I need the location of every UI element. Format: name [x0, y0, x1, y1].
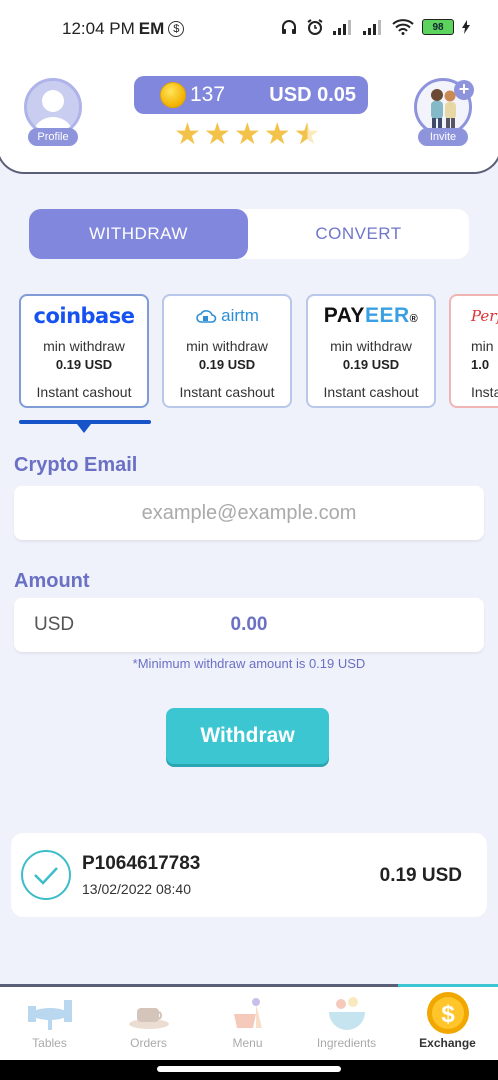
signal-icon [333, 20, 351, 35]
star-icon: ★ [263, 118, 291, 151]
provider-min-value: 0.19 USD [342, 357, 400, 372]
provider-min-value: 0.19 USD [198, 357, 256, 372]
provider-speed: Instant cashout [179, 384, 275, 400]
email-field-box [14, 486, 484, 540]
balance-pill: 137 USD 0.05 [134, 76, 368, 114]
airtm-wordmark: airtm [221, 306, 259, 325]
tab-withdraw[interactable]: WITHDRAW [29, 209, 248, 259]
bottom-nav: Tables Orders Menu Ingredients $ Exchang… [0, 984, 498, 1060]
star-icon: ★ [174, 118, 201, 151]
ingredients-icon [328, 997, 365, 1030]
transaction-row[interactable]: P1064617783 13/02/2022 08:40 0.19 USD [11, 833, 487, 917]
menu-icon [233, 998, 262, 1028]
provider-perfect-money[interactable]: Perfe min 1.0 Instar [449, 294, 498, 408]
transaction-amount: 0.19 USD [379, 865, 462, 886]
payeer-wordmark-b: EER [364, 304, 410, 327]
provider-min-value: 0.19 USD [55, 357, 113, 372]
nav-item-ingredients[interactable]: Ingredients [297, 990, 396, 1056]
coin-count: 137 [190, 83, 226, 106]
dollar-status-icon: $ [168, 21, 185, 37]
amount-field[interactable]: USD 0.00 [14, 598, 484, 652]
provider-min-label: min [471, 338, 494, 354]
email-field[interactable] [14, 486, 484, 540]
transaction-id: P1064617783 [82, 853, 201, 874]
nav-divider [0, 984, 398, 987]
nav-label: Exchange [419, 1036, 476, 1050]
provider-min-value: 1.0 [471, 357, 490, 372]
battery-icon: 98 [422, 19, 454, 35]
airtm-logo: airtm [164, 296, 290, 336]
provider-min-label: min withdraw [330, 338, 412, 354]
min-withdraw-note: *Minimum withdraw amount is 0.19 USD [132, 656, 366, 671]
provider-min-label: min withdraw [186, 338, 268, 354]
rating-stars: ★ ★ ★ ★ ★ [174, 120, 321, 150]
tab-convert[interactable]: CONVERT [248, 209, 469, 259]
nav-label: Tables [32, 1036, 67, 1050]
status-clock: 12:04 PM [62, 19, 135, 38]
provider-airtm[interactable]: airtm min withdraw 0.19 USD Instant cash… [162, 294, 292, 408]
coinbase-wordmark: coinbase [33, 304, 135, 328]
nav-item-exchange[interactable]: $ Exchange [398, 990, 497, 1056]
provider-speed: Instant cashout [36, 384, 132, 400]
amount-label: Amount [14, 570, 90, 592]
withdraw-button[interactable]: Withdraw [166, 708, 329, 764]
header-card: Profile 137 USD 0.05 ★ ★ ★ ★ ★ + Invite [0, 40, 498, 174]
provider-min-label: min withdraw [43, 338, 125, 354]
profile-label[interactable]: Profile [28, 128, 78, 146]
provider-speed: Instant cashout [323, 384, 419, 400]
home-gesture-bar[interactable] [157, 1066, 341, 1072]
email-label: Crypto Email [14, 454, 138, 476]
provider-coinbase[interactable]: coinbase min withdraw 0.19 USD Instant c… [19, 294, 149, 408]
star-icon: ★ [203, 118, 231, 151]
check-circle-icon [21, 850, 71, 900]
half-star-icon: ★ [293, 118, 321, 151]
provider-speed: Instar [471, 384, 498, 400]
transaction-date: 13/02/2022 08:40 [82, 881, 191, 897]
charging-icon [462, 20, 470, 34]
invite-label[interactable]: Invite [418, 128, 468, 146]
coin-icon [160, 82, 186, 108]
payeer-wordmark-a: PAY [323, 304, 365, 327]
star-icon: ★ [233, 118, 261, 151]
tables-icon [27, 1000, 72, 1030]
headphones-icon [282, 20, 296, 34]
exchange-icon: $ [426, 992, 469, 1034]
alarm-icon [307, 19, 323, 35]
status-icons: 98 [280, 18, 470, 36]
nav-label: Ingredients [316, 1036, 377, 1050]
registered-mark: ® [409, 313, 419, 325]
perfect-money-wordmark: Perfe [471, 307, 498, 325]
perfect-money-logo: Perfe [471, 296, 498, 336]
payeer-logo: PAYEER® [308, 296, 434, 336]
mode-tabs: WITHDRAW CONVERT [29, 209, 469, 259]
provider-payeer[interactable]: PAYEER® min withdraw 0.19 USD Instant ca… [306, 294, 436, 408]
status-time: 12:04 PM EM $ [62, 19, 185, 39]
add-friend-icon[interactable]: + [454, 80, 474, 100]
nav-item-orders[interactable]: Orders [99, 990, 198, 1056]
status-carrier: EM [138, 19, 165, 38]
nav-item-tables[interactable]: Tables [0, 990, 99, 1056]
svg-text:$: $ [441, 1001, 455, 1028]
provider-carousel[interactable]: coinbase min withdraw 0.19 USD Instant c… [0, 292, 498, 412]
nav-item-menu[interactable]: Menu [198, 990, 297, 1056]
amount-value[interactable]: 0.00 [14, 598, 484, 652]
orders-icon [128, 1008, 169, 1029]
nav-label: Menu [232, 1036, 263, 1050]
wifi-icon [392, 19, 414, 35]
indicator-arrow-icon [77, 424, 91, 433]
signal-2-icon [363, 20, 381, 35]
nav-label: Orders [130, 1036, 167, 1050]
coinbase-logo: coinbase [21, 296, 147, 336]
cloud-icon [196, 310, 217, 323]
usd-balance: USD 0.05 [269, 83, 356, 106]
nav-active-line [398, 984, 498, 987]
